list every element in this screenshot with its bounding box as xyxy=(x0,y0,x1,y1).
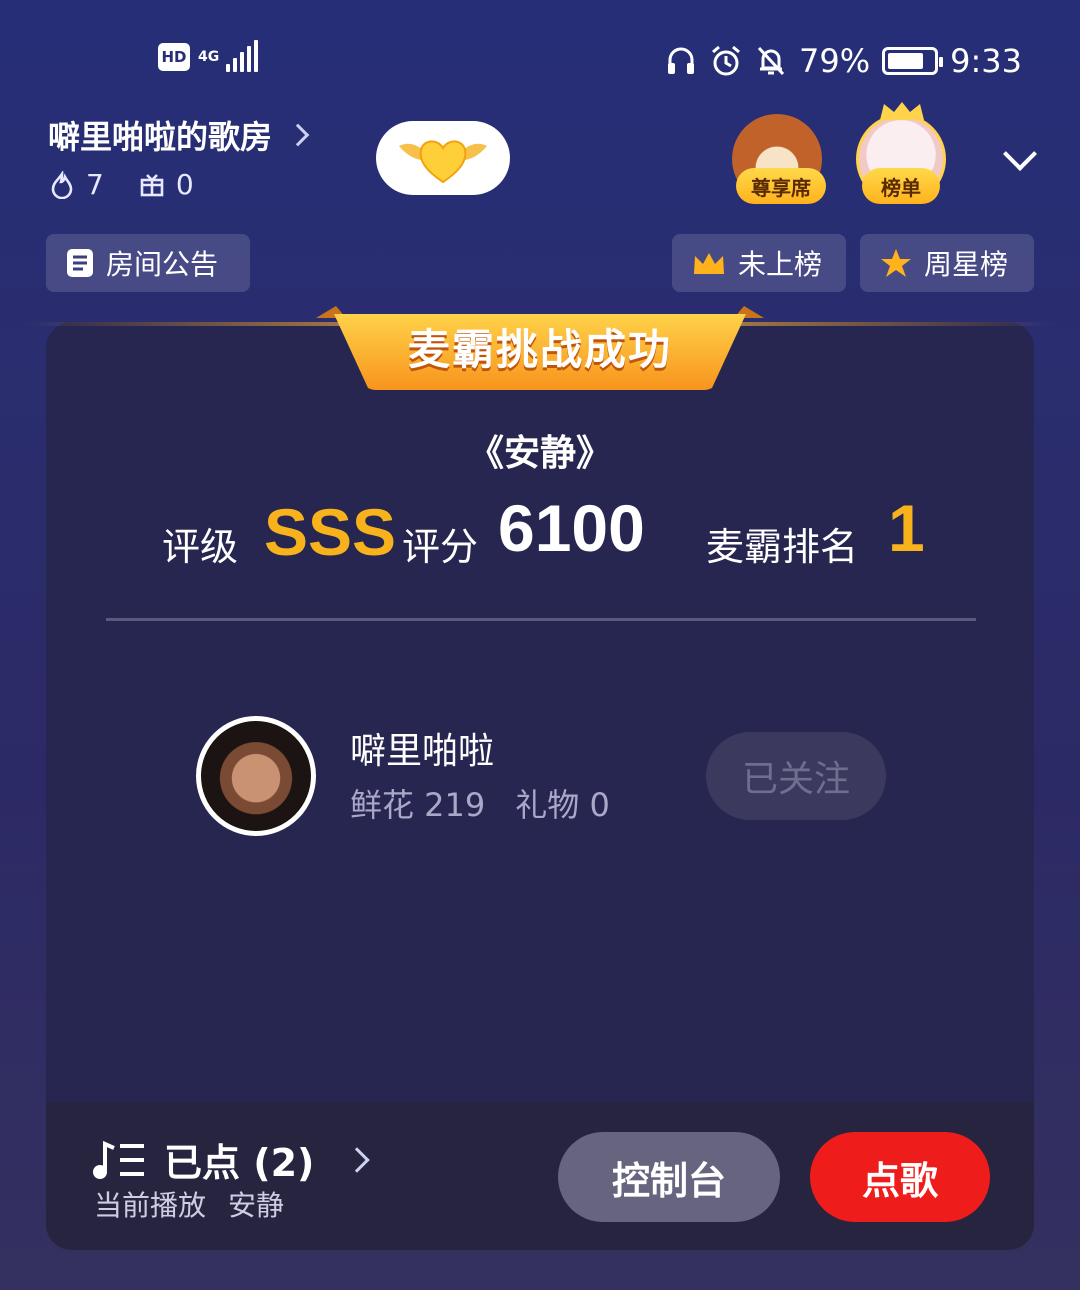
not-ranked-chip[interactable]: 未上榜 xyxy=(672,234,846,292)
console-button[interactable]: 控制台 xyxy=(558,1132,780,1222)
follow-heart-button[interactable] xyxy=(376,121,510,195)
headset-icon xyxy=(668,47,695,74)
weekly-star-chip[interactable]: 周星榜 xyxy=(860,234,1034,292)
battery-percent: 79% xyxy=(799,42,871,80)
room-title-text: 噼里啪啦的歌房 xyxy=(48,118,273,156)
score-row: 评级 SSS 评分 6100 麦霸排名 1 xyxy=(0,491,1080,574)
not-ranked-label: 未上榜 xyxy=(738,248,823,281)
rank-seat-label: 榜单 xyxy=(862,168,940,204)
now-playing-song: 安静 xyxy=(228,1189,285,1222)
chevron-right-icon xyxy=(286,123,310,147)
gifts-count: 礼物 0 xyxy=(515,786,610,824)
signal-icon xyxy=(226,40,258,72)
now-playing-label: 当前播放 xyxy=(94,1189,207,1222)
song-title: 《安静》 xyxy=(467,433,612,474)
mute-bell-icon xyxy=(757,46,785,76)
singer-stats: 鲜花 219 礼物 0 xyxy=(350,780,610,826)
notice-icon xyxy=(67,249,93,277)
room-stats: 7 0 xyxy=(48,168,194,201)
rank-value: 1 xyxy=(888,491,925,565)
alarm-icon xyxy=(712,45,740,76)
grade-label: 评级 xyxy=(162,525,239,569)
weekly-star-label: 周星榜 xyxy=(924,248,1009,281)
chevron-down-icon[interactable] xyxy=(1003,137,1037,171)
announcement-chip[interactable]: 房间公告 xyxy=(46,234,250,292)
queue-label: 已点 (2) xyxy=(164,1141,315,1185)
hot-count: 7 xyxy=(86,168,104,201)
star-icon xyxy=(881,249,911,277)
chevron-right-icon xyxy=(344,1146,371,1173)
singer-name[interactable]: 噼里啪啦 xyxy=(350,722,494,774)
divider xyxy=(106,618,976,621)
followed-button[interactable]: 已关注 xyxy=(706,732,886,820)
crown-icon xyxy=(880,102,924,120)
gift-icon xyxy=(140,173,164,196)
room-title[interactable]: 噼里啪啦的歌房 xyxy=(48,112,310,158)
singer-avatar[interactable] xyxy=(196,716,316,836)
hd-badge: HD xyxy=(158,43,190,71)
grade-value: SSS xyxy=(264,495,397,569)
status-left: HD 4G xyxy=(158,40,258,72)
status-right: 79% 9:33 xyxy=(665,42,1022,80)
clock: 9:33 xyxy=(950,42,1022,80)
winged-heart-icon xyxy=(399,140,487,184)
hot-icon xyxy=(51,170,73,199)
battery-icon xyxy=(882,47,944,75)
queue-link[interactable]: 已点 (2) xyxy=(92,1132,371,1187)
playlist-icon xyxy=(93,1140,144,1179)
flowers-count: 鲜花 219 xyxy=(350,786,486,824)
now-playing: 当前播放 安静 xyxy=(94,1184,284,1224)
challenge-success-banner: 麦霸挑战成功 xyxy=(407,324,672,374)
score-value: 6100 xyxy=(498,491,645,565)
score-label: 评分 xyxy=(402,525,479,569)
announcement-label: 房间公告 xyxy=(106,248,219,281)
battery-fill xyxy=(888,53,923,69)
vip-seat-label: 尊享席 xyxy=(736,168,826,204)
order-song-button[interactable]: 点歌 xyxy=(810,1132,990,1222)
gift-count: 0 xyxy=(175,168,194,201)
rank-label: 麦霸排名 xyxy=(706,525,859,569)
crown-icon xyxy=(694,253,724,274)
network-type: 4G xyxy=(198,48,220,65)
